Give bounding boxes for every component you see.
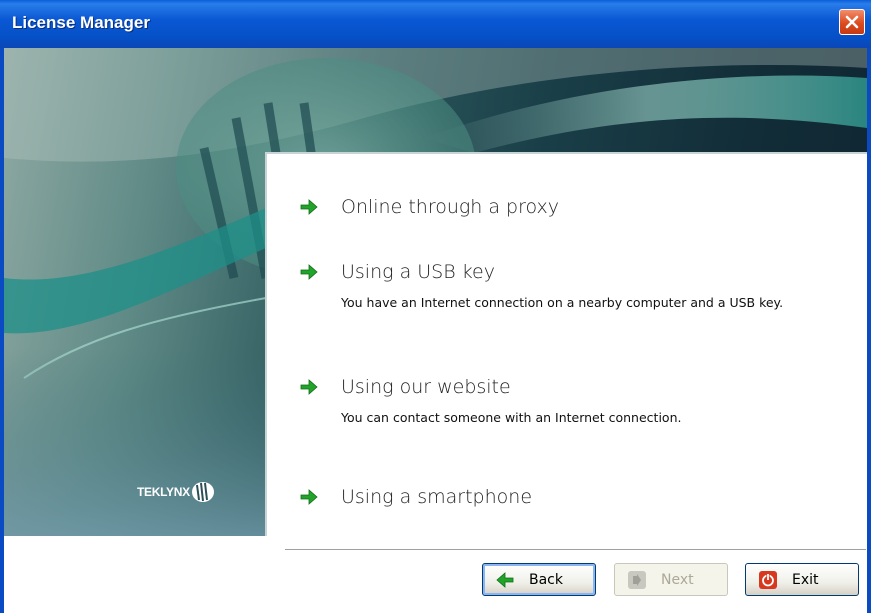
close-button[interactable] xyxy=(839,9,865,35)
window-title: License Manager xyxy=(12,13,150,32)
option-description: You can contact someone with an Internet… xyxy=(341,410,682,425)
teklynx-emblem-icon xyxy=(191,482,214,502)
option-title: Online through a proxy xyxy=(341,196,560,218)
option-title: Using a USB key xyxy=(341,261,495,283)
exit-button[interactable]: Exit xyxy=(745,563,859,596)
option-usb-key[interactable]: Using a USB key You have an Internet con… xyxy=(267,258,867,338)
power-icon xyxy=(758,570,778,590)
window-border-right xyxy=(867,48,871,613)
exit-label: Exit xyxy=(792,571,819,588)
footer-separator xyxy=(285,549,866,553)
client-area: TEKLYNX Online through a proxy Using a U… xyxy=(0,48,871,613)
arrow-right-icon xyxy=(300,379,318,395)
arrow-right-icon xyxy=(300,199,318,215)
close-icon xyxy=(845,15,859,29)
next-button[interactable]: Next xyxy=(614,563,728,596)
back-button[interactable]: Back xyxy=(482,563,596,596)
arrow-right-icon xyxy=(300,489,318,505)
title-bar[interactable]: License Manager xyxy=(0,0,871,48)
option-description: You have an Internet connection on a nea… xyxy=(341,295,784,310)
license-manager-window: License Manager TEKLYNX Online through a… xyxy=(0,0,871,613)
next-label: Next xyxy=(661,571,694,588)
teklynx-logo: TEKLYNX xyxy=(137,481,216,503)
logo-text: TEKLYNX xyxy=(137,485,190,499)
option-online-proxy[interactable]: Online through a proxy xyxy=(267,192,867,232)
option-smartphone[interactable]: Using a smartphone xyxy=(267,483,867,523)
back-label: Back xyxy=(529,571,563,588)
option-title: Using our website xyxy=(341,376,511,398)
arrow-left-icon xyxy=(495,570,515,590)
option-website[interactable]: Using our website You can contact someon… xyxy=(267,373,867,443)
options-panel: Online through a proxy Using a USB key Y… xyxy=(265,152,867,536)
arrow-right-icon xyxy=(300,264,318,280)
next-icon xyxy=(627,570,647,590)
option-title: Using a smartphone xyxy=(341,486,533,508)
